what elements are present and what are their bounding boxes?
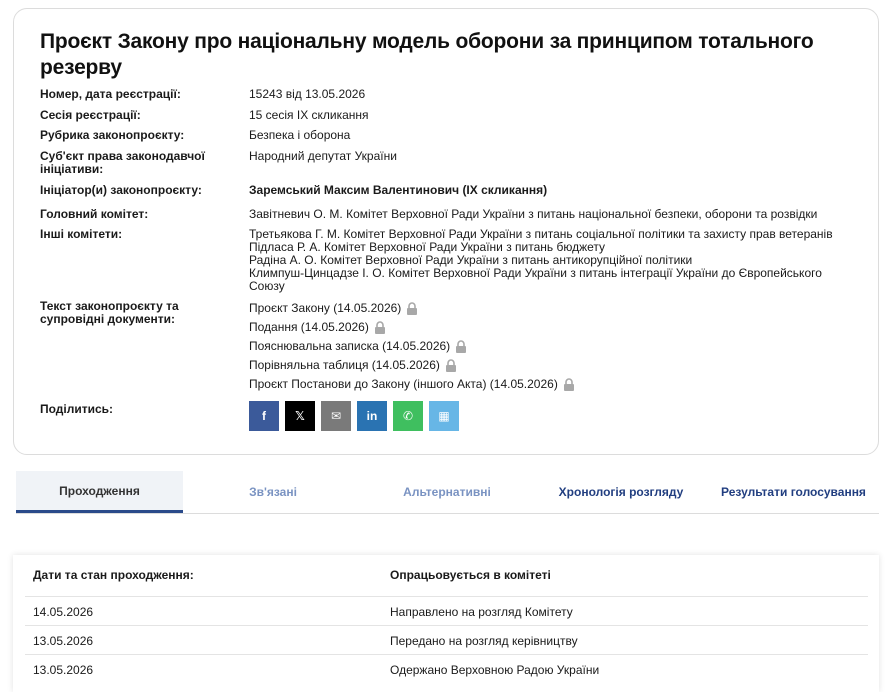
tab-passage[interactable]: Проходження — [16, 471, 183, 513]
tab-chronology[interactable]: Хронологія розгляду — [534, 471, 708, 513]
field-label: Інші комітети: — [40, 227, 123, 241]
committee-line: Союзу — [249, 279, 285, 293]
whatsapp-share-button[interactable]: ✆ — [393, 401, 423, 431]
documents-list: Проєкт Закону (14.05.2026) Подання (14.0… — [249, 299, 869, 394]
qr-share-button[interactable]: ▦ — [429, 401, 459, 431]
table-row: 13.05.2026 Одержано Верховною Радою Укра… — [25, 654, 868, 683]
tab-voting-results[interactable]: Результати голосування — [708, 471, 879, 513]
document-link[interactable]: Пояснювальна записка (14.05.2026) — [249, 340, 450, 353]
field-value: Безпека і оборона — [249, 128, 351, 142]
tab-alternative[interactable]: Альтернативні — [360, 471, 534, 513]
facebook-share-button[interactable]: f — [249, 401, 279, 431]
document-item[interactable]: Подання (14.05.2026) — [249, 318, 869, 337]
lock-icon — [445, 359, 456, 372]
row-date: 13.05.2026 — [33, 663, 94, 677]
document-link[interactable]: Подання (14.05.2026) — [249, 321, 369, 334]
passage-table: Дати та стан проходження: Опрацьовується… — [13, 555, 879, 692]
email-share-button[interactable]: ✉ — [321, 401, 351, 431]
page-title: Проєкт Закону про національну модель обо… — [40, 30, 814, 79]
document-item[interactable]: Пояснювальна записка (14.05.2026) — [249, 337, 869, 356]
field-value: Завітневич О. М. Комітет Верховної Ради … — [249, 207, 818, 221]
field-label: Рубрика законопроєкту: — [40, 128, 185, 142]
field-label: Поділитись: — [40, 402, 114, 416]
linkedin-share-button[interactable]: in — [357, 401, 387, 431]
field-label-line: ініціативи: — [40, 162, 104, 176]
table-row: 13.05.2026 Передано на розгляд керівницт… — [25, 625, 868, 654]
linkedin-icon: in — [366, 409, 378, 423]
field-label: Сесія реєстрації: — [40, 108, 141, 122]
document-link[interactable]: Проєкт Закону (14.05.2026) — [249, 302, 401, 315]
row-status: Направлено на розгляд Комітету — [390, 605, 573, 619]
header-status: Опрацьовується в комітеті — [390, 568, 551, 582]
row-date: 13.05.2026 — [33, 634, 94, 648]
x-share-button[interactable]: 𝕏 — [285, 401, 315, 431]
row-status: Передано на розгляд керівництву — [390, 634, 578, 648]
document-link[interactable]: Проєкт Постанови до Закону (іншого Акта)… — [249, 378, 558, 391]
tab-bar: Проходження Зв'язані Альтернативні Хроно… — [16, 471, 879, 514]
qr-icon: ▦ — [438, 409, 450, 423]
email-icon: ✉ — [330, 409, 342, 423]
field-label: Номер, дата реєстрації: — [40, 87, 181, 101]
document-item[interactable]: Проєкт Постанови до Закону (іншого Акта)… — [249, 375, 869, 394]
committee-line: Климпуш-Цинцадзе І. О. Комітет Верховної… — [249, 266, 822, 280]
lock-icon — [374, 321, 385, 334]
field-label: Суб'єкт права законодавчої ініціативи: — [40, 150, 240, 176]
initiator-link[interactable]: Заремський Максим Валентинович (IX склик… — [249, 184, 869, 197]
document-link[interactable]: Порівняльна таблиця (14.05.2026) — [249, 359, 440, 372]
lock-icon — [407, 302, 418, 315]
share-buttons: f 𝕏 ✉ in ✆ ▦ — [249, 401, 465, 431]
header-date: Дати та стан проходження: — [33, 568, 194, 582]
lock-icon — [563, 378, 574, 391]
field-value: Третьякова Г. М. Комітет Верховної Ради … — [249, 228, 869, 293]
document-item[interactable]: Порівняльна таблиця (14.05.2026) — [249, 356, 869, 375]
field-label-line: супровідні документи: — [40, 312, 176, 326]
field-value: 15 сесія IX скликання — [249, 108, 369, 122]
table-row: 14.05.2026 Направлено на розгляд Комітет… — [25, 596, 868, 625]
field-value: Народний депутат України — [249, 149, 397, 163]
lock-icon — [456, 340, 467, 353]
tab-related[interactable]: Зв'язані — [186, 471, 360, 513]
bill-card: Проєкт Закону про національну модель обо… — [13, 8, 879, 455]
whatsapp-icon: ✆ — [402, 409, 414, 423]
x-icon: 𝕏 — [295, 409, 305, 423]
facebook-icon: f — [262, 409, 266, 423]
table-header: Дати та стан проходження: Опрацьовується… — [13, 555, 879, 596]
field-label: Текст законопроєкту та супровідні докуме… — [40, 300, 240, 326]
field-value: 15243 від 13.05.2026 — [249, 87, 366, 101]
document-item[interactable]: Проєкт Закону (14.05.2026) — [249, 299, 869, 318]
row-date: 14.05.2026 — [33, 605, 94, 619]
field-label: Головний комітет: — [40, 207, 149, 221]
row-status: Одержано Верховною Радою України — [390, 663, 600, 677]
field-label: Ініціатор(и) законопроєкту: — [40, 183, 202, 197]
